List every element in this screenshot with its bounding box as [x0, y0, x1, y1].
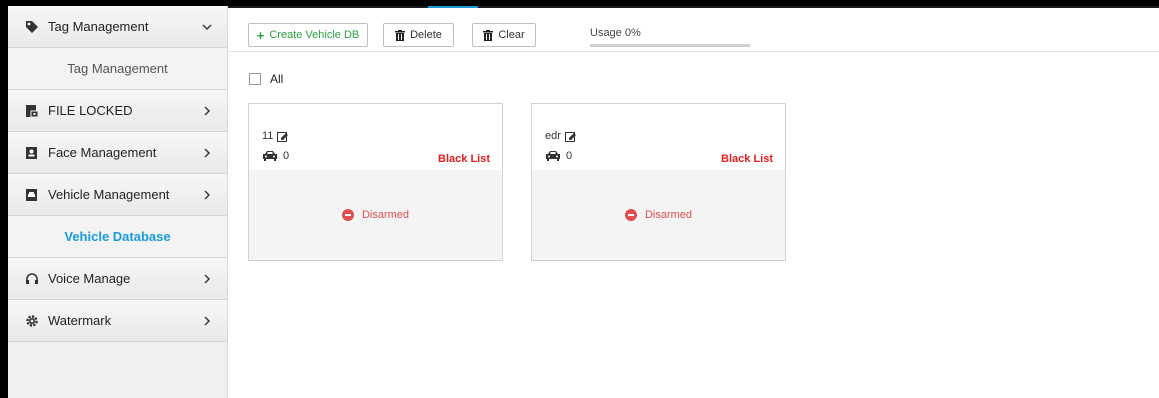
vehicle-icon [24, 187, 40, 203]
card-name-text: edr [545, 130, 561, 142]
card-status-text: Disarmed [361, 209, 410, 221]
sidebar-item-label: FILE LOCKED [48, 103, 133, 118]
chevron-right-icon [204, 316, 210, 325]
create-vehicle-db-label: Create Vehicle DB [269, 29, 360, 41]
clear-button[interactable]: Clear [472, 23, 536, 47]
vehicle-db-card[interactable]: 11 0 Black List Disarmed [248, 103, 503, 261]
card-name: 11 [262, 130, 289, 142]
plus-icon: + [256, 27, 265, 43]
sidebar-item-watermark[interactable]: Watermark [8, 300, 227, 342]
face-icon [24, 145, 40, 161]
delete-label: Delete [410, 29, 442, 41]
sidebar-item-face-management[interactable]: Face Management [8, 132, 227, 174]
card-status-area[interactable]: Disarmed [249, 170, 502, 260]
delete-button[interactable]: Delete [383, 23, 454, 47]
usage-progress-bar [590, 44, 750, 47]
sidebar-item-label: Watermark [48, 313, 112, 328]
sidebar-item-label: Voice Manage [48, 271, 131, 286]
car-icon [263, 151, 277, 161]
card-status-area[interactable]: Disarmed [532, 170, 785, 260]
chevron-right-icon [204, 190, 210, 199]
file-lock-icon [24, 103, 40, 119]
sidebar-subitem-vehicle-database[interactable]: Vehicle Database [8, 216, 227, 258]
disarmed-icon [624, 209, 637, 221]
select-all-checkbox[interactable] [249, 73, 261, 85]
sidebar-item-label: Tag Management [48, 19, 149, 34]
chevron-right-icon [204, 148, 210, 157]
chevron-right-icon [204, 106, 210, 115]
card-name-text: 11 [262, 130, 274, 142]
trash-icon [395, 29, 406, 41]
clear-label: Clear [498, 29, 525, 41]
create-vehicle-db-button[interactable]: + Create Vehicle DB [248, 23, 368, 47]
chevron-right-icon [204, 274, 210, 283]
select-all[interactable]: All [249, 72, 283, 86]
edit-icon[interactable] [277, 131, 289, 142]
edit-icon[interactable] [564, 131, 577, 142]
card-name: edr [545, 130, 577, 142]
card-count: 0 [545, 150, 572, 162]
list-type-label: Black List [721, 153, 773, 165]
chevron-down-icon [202, 24, 212, 30]
card-count-value: 0 [566, 150, 573, 162]
car-icon [546, 151, 560, 161]
card-count: 0 [262, 150, 289, 162]
headphones-icon [24, 271, 40, 287]
disarmed-icon [341, 209, 354, 221]
usage-label: Usage 0% [590, 27, 641, 39]
list-type-label: Black List [438, 153, 490, 165]
sidebar-item-voice-manage[interactable]: Voice Manage [8, 258, 227, 300]
toolbar: + Create Vehicle DB Delete Clear Usage 0… [228, 6, 1159, 52]
sidebar: Tag Management Tag Management FILE LOCKE… [8, 6, 228, 398]
card-count-value: 0 [283, 150, 290, 162]
select-all-label: All [270, 72, 284, 86]
card-status-text: Disarmed [644, 209, 693, 221]
trash-icon [483, 29, 494, 41]
gear-icon [24, 313, 40, 329]
vehicle-db-card[interactable]: edr 0 Black List Disarmed [531, 103, 786, 261]
sidebar-subitem-tag-management[interactable]: Tag Management [8, 48, 227, 90]
sidebar-item-file-locked[interactable]: FILE LOCKED [8, 90, 227, 132]
sidebar-item-tag-management[interactable]: Tag Management [8, 6, 227, 48]
tag-icon [24, 19, 40, 35]
sidebar-item-label: Face Management [48, 145, 157, 160]
sidebar-item-label: Vehicle Management [48, 187, 170, 202]
app-frame: Tag Management Tag Management FILE LOCKE… [8, 6, 1159, 398]
sidebar-item-vehicle-management[interactable]: Vehicle Management [8, 174, 227, 216]
